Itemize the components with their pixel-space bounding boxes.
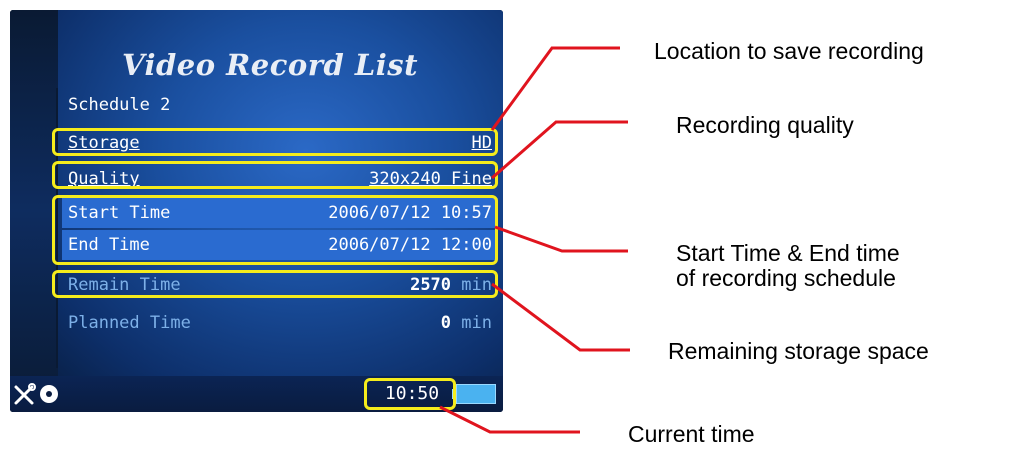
storage-callout-line	[490, 46, 620, 131]
remain-callout: Remaining storage space	[668, 338, 929, 364]
remain-callout-line	[491, 282, 630, 352]
time-callout-line1: Start Time & End time	[676, 240, 900, 266]
storage-callout: Location to save recording	[654, 38, 924, 64]
time-callout-line2: of recording schedule	[676, 265, 896, 291]
time-callout-line	[494, 225, 628, 253]
quality-callout: Recording quality	[676, 112, 854, 138]
callout-lines	[439, 46, 630, 434]
quality-callout-line	[491, 120, 628, 180]
clock-callout: Current time	[628, 421, 755, 447]
clock-callout-line	[439, 405, 580, 434]
